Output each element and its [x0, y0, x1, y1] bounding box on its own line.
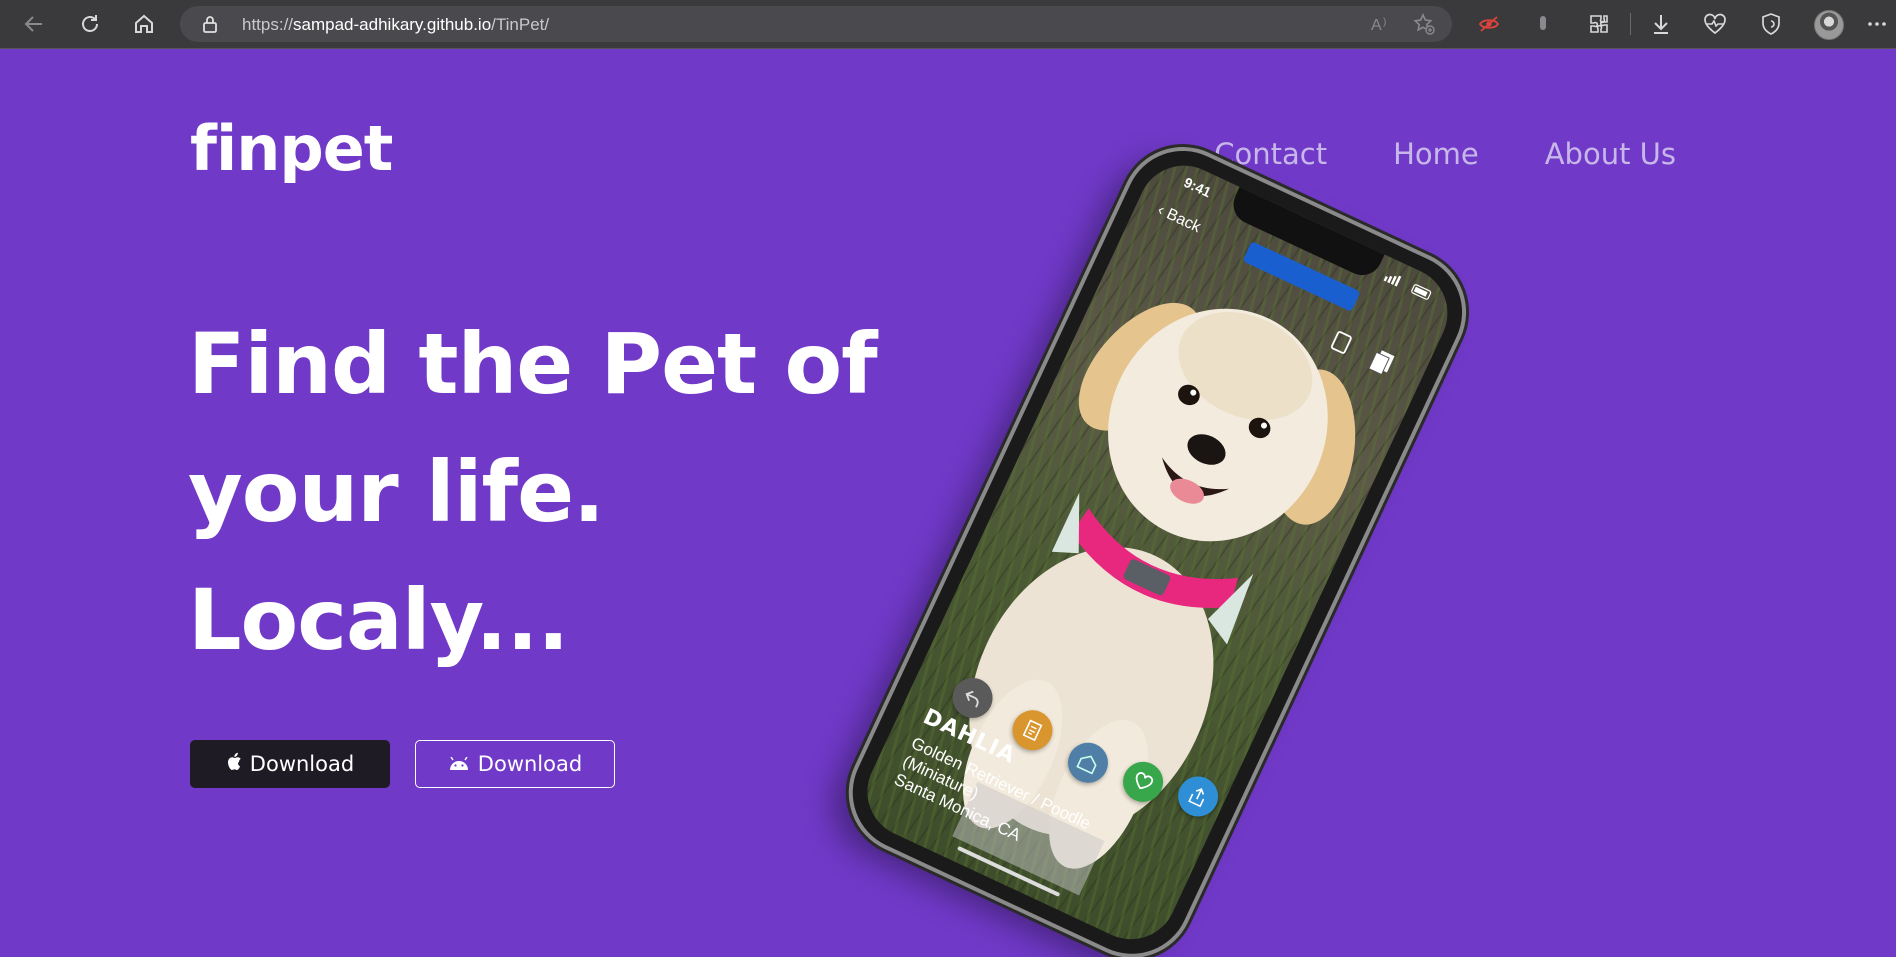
svg-text:A: A [1371, 17, 1382, 33]
share-icon [1188, 788, 1205, 808]
nav-contact[interactable]: Contact [1214, 140, 1327, 169]
document-icon [1022, 719, 1043, 742]
extensions-icon[interactable] [1584, 10, 1614, 38]
back-icon[interactable] [18, 9, 50, 39]
browser-toolbar: https://sampad-adhikary.github.io/TinPet… [0, 0, 1896, 49]
headline-line-3: Localy... [188, 571, 569, 669]
rewind-icon [965, 690, 979, 708]
read-aloud-icon[interactable]: A) [1370, 13, 1394, 35]
home-icon[interactable] [128, 9, 160, 39]
more-menu-icon[interactable] [1862, 10, 1892, 38]
svg-text:): ) [1383, 17, 1386, 28]
downloads-icon[interactable] [1646, 10, 1676, 38]
refresh-icon[interactable] [74, 9, 106, 39]
browser-essentials-icon[interactable] [1756, 10, 1786, 38]
extension-pin-icon[interactable] [1528, 10, 1558, 38]
address-bar[interactable]: https://sampad-adhikary.github.io/TinPet… [180, 6, 1452, 42]
heart-icon [1135, 772, 1154, 790]
android-download-label: Download [477, 752, 583, 776]
lock-icon[interactable] [202, 15, 218, 33]
main-nav: Contact Home About Us [1214, 140, 1676, 169]
ios-download-label: Download [249, 752, 355, 776]
headline-line-1: Find the Pet of [188, 315, 878, 413]
android-icon [448, 752, 470, 776]
url-text[interactable]: https://sampad-adhikary.github.io/TinPet… [242, 15, 549, 35]
kennel-icon [1076, 755, 1097, 775]
android-download-button[interactable]: Download [415, 740, 615, 788]
headline-line-2: your life. [188, 443, 605, 541]
profile-avatar[interactable] [1814, 10, 1844, 40]
ios-download-button[interactable]: Download [190, 740, 390, 788]
tracking-blocked-icon[interactable] [1474, 10, 1504, 38]
nav-home[interactable]: Home [1393, 140, 1479, 169]
health-icon[interactable] [1700, 10, 1730, 38]
hero-headline: Find the Pet of your life. Localy... [188, 300, 988, 684]
nav-about-us[interactable]: About Us [1545, 140, 1676, 169]
site-logo[interactable]: finpet [190, 118, 393, 180]
favorite-add-icon[interactable] [1412, 13, 1436, 35]
toolbar-divider [1630, 13, 1631, 35]
apple-icon [226, 752, 242, 776]
